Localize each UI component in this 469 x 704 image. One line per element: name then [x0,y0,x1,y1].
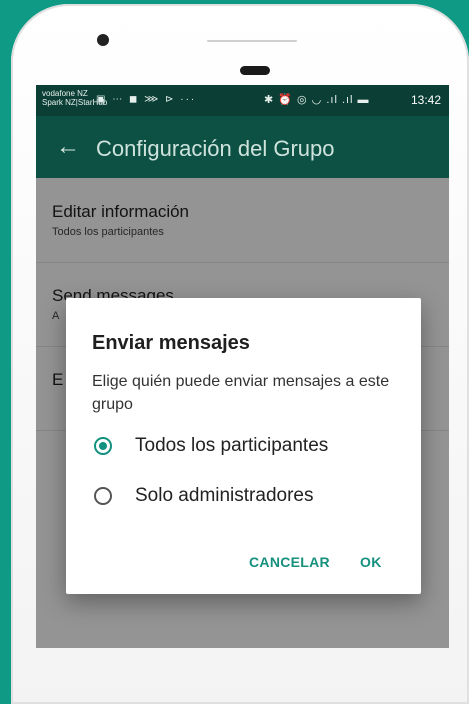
page-title: Configuración del Grupo [96,136,335,161]
dialog-title: Enviar mensajes [92,332,250,354]
radio-unselected-icon[interactable] [94,487,112,505]
option-all-participants[interactable]: Todos los participantes [92,431,402,467]
option-admins-only[interactable]: Solo administradores [92,481,402,517]
notification-icons: ▣ ⋯ ◼ ⋙ ⊳ ··· [96,94,197,105]
back-arrow-icon[interactable]: ← [56,133,80,161]
status-bar: vodafone NZ Spark NZ|StarHub ▣ ⋯ ◼ ⋙ ⊳ ·… [36,85,449,116]
earpiece-speaker [240,66,270,75]
top-bezel-line [207,40,297,42]
status-clock: 13:42 [410,93,441,107]
dialog-message: Elige quién puede enviar mensajes a este… [92,373,390,413]
app-bar: ← Configuración del Grupo [36,116,449,178]
ok-button[interactable]: OK [360,554,382,570]
radio-selected-icon[interactable] [94,437,112,455]
option-label: Todos los participantes [135,435,329,456]
cancel-button[interactable]: CANCELAR [249,554,330,570]
phone-screen: vodafone NZ Spark NZ|StarHub ▣ ⋯ ◼ ⋙ ⊳ ·… [36,85,449,648]
front-camera [97,34,109,46]
system-status-icons: ✱ ⏰ ◎ ◡ .ıl .ıl ▬ [264,94,370,106]
option-label: Solo administradores [135,485,314,506]
send-messages-dialog: Enviar mensajes Elige quién puede enviar… [66,298,421,594]
